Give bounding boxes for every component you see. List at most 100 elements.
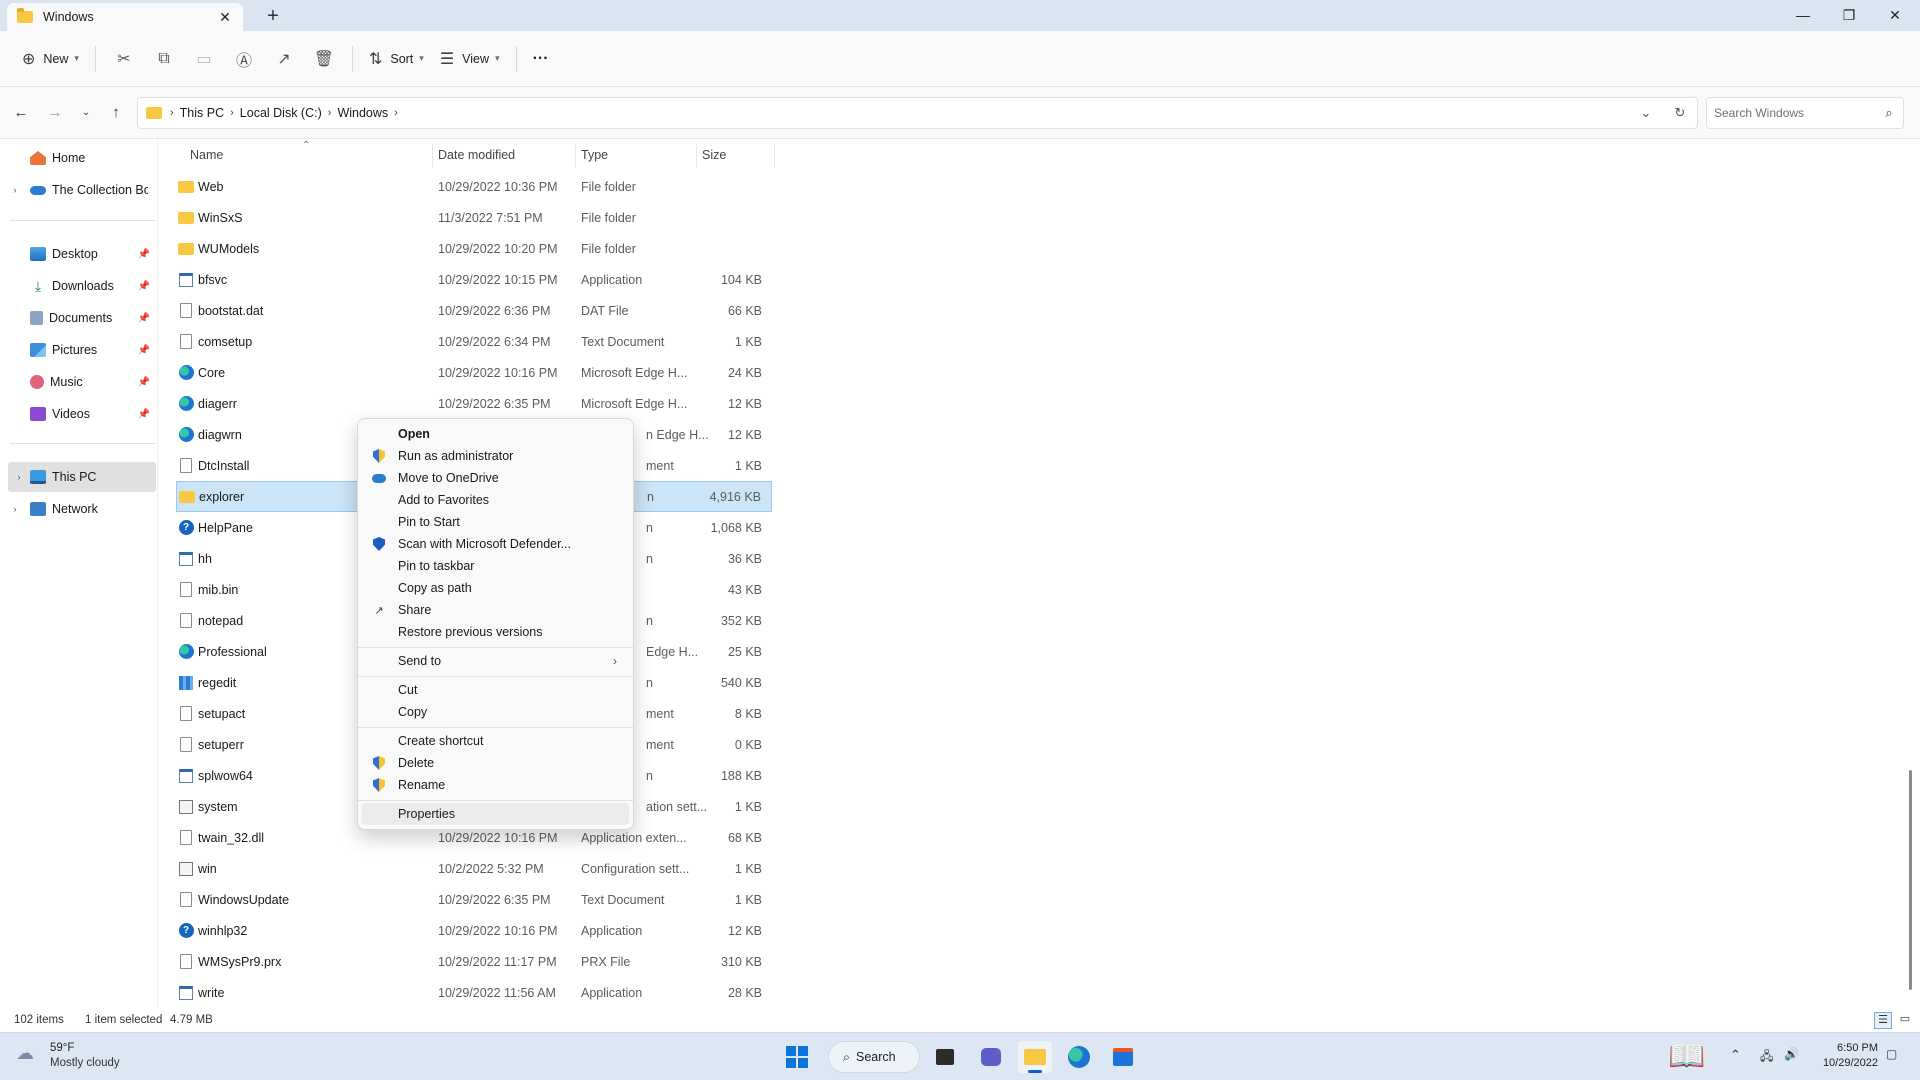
menu-item-run-as-admin[interactable]: Run as administrator <box>362 445 629 467</box>
file-row[interactable]: WinSxS 11/3/2022 7:51 PM File folder <box>176 202 772 233</box>
menu-item-pin-taskbar[interactable]: Pin to taskbar <box>362 555 629 577</box>
task-view-button[interactable] <box>928 1041 962 1073</box>
show-hidden-icons-button[interactable]: ⌃ <box>1730 1047 1741 1063</box>
back-button[interactable]: ← <box>8 99 34 125</box>
menu-item-properties[interactable]: Properties <box>362 803 629 825</box>
view-button[interactable]: ☰ View ▾ <box>432 42 508 76</box>
column-header-size[interactable]: Size <box>702 148 726 162</box>
file-row[interactable]: WUModels 10/29/2022 10:20 PM File folder <box>176 233 772 264</box>
expand-chevron-icon[interactable]: › <box>0 185 30 195</box>
file-row[interactable]: write 10/29/2022 11:56 AM Application 28 KB <box>176 977 772 1008</box>
column-divider[interactable] <box>696 144 697 168</box>
tab-close-button[interactable]: ✕ <box>213 6 237 28</box>
menu-item-restore-versions[interactable]: Restore previous versions <box>362 621 629 643</box>
forward-button[interactable]: → <box>42 99 68 125</box>
delete-button[interactable]: 🗑 <box>304 42 344 76</box>
network-tray-icon[interactable]: 🖧 <box>1760 1047 1773 1068</box>
menu-item-scan-defender[interactable]: Scan with Microsoft Defender... <box>362 533 629 555</box>
menu-item-send-to[interactable]: Send to › <box>362 650 629 672</box>
tiles-view-button[interactable]: ▭ <box>1896 1012 1914 1029</box>
column-header-name[interactable]: Name <box>190 148 223 162</box>
file-size: 24 KB <box>727 365 762 380</box>
menu-item-share[interactable]: ↗ Share <box>362 599 629 621</box>
notification-icon[interactable]: ▢ <box>1886 1047 1897 1061</box>
menu-item-move-onedrive[interactable]: Move to OneDrive <box>362 467 629 489</box>
file-row[interactable]: ? winhlp32 10/29/2022 10:16 PM Application 1… <box>176 915 772 946</box>
paste-button[interactable]: ▭ <box>184 42 224 76</box>
more-options-button[interactable]: ··· <box>525 42 557 76</box>
breadcrumb-local-disk[interactable]: Local Disk (C:) <box>240 106 322 120</box>
maximize-button[interactable]: ❐ <box>1826 0 1872 30</box>
file-row[interactable]: comsetup 10/29/2022 6:34 PM Text Document 1… <box>176 326 772 357</box>
sidebar-item-this-pc[interactable]: › This PC <box>8 462 156 492</box>
edge-taskbar-button[interactable] <box>1062 1041 1096 1073</box>
store-taskbar-button[interactable] <box>1106 1041 1140 1073</box>
sidebar-item-videos[interactable]: Videos 📌 <box>0 399 156 429</box>
file-row[interactable]: Core 10/29/2022 10:16 PM Microsoft Edge H.… <box>176 357 772 388</box>
refresh-button[interactable]: ↻ <box>1663 105 1697 121</box>
menu-item-cut[interactable]: Cut <box>362 679 629 701</box>
sort-button[interactable]: ⇅ Sort ▾ <box>361 42 432 76</box>
taskbar-search-button[interactable]: ⌕ Search <box>828 1041 920 1073</box>
weather-description[interactable]: Mostly cloudy <box>50 1057 120 1069</box>
menu-item-pin-start[interactable]: Pin to Start <box>362 511 629 533</box>
cut-button[interactable]: ✂ <box>104 42 144 76</box>
close-button[interactable]: ✕ <box>1872 0 1918 30</box>
scrollbar-thumb[interactable] <box>1909 770 1912 990</box>
sidebar-item-network[interactable]: › Network <box>0 494 156 524</box>
volume-icon[interactable]: 🔊 <box>1784 1047 1799 1061</box>
address-bar[interactable]: › This PC › Local Disk (C:) › Windows › … <box>137 97 1698 129</box>
weather-temperature[interactable]: 59°F <box>50 1042 74 1054</box>
rename-button[interactable]: Ⓐ <box>224 42 264 76</box>
menu-item-delete[interactable]: Delete <box>362 752 629 774</box>
column-header-type[interactable]: Type <box>581 148 608 162</box>
expand-chevron-icon[interactable]: › <box>8 472 30 482</box>
clock-date[interactable]: 10/29/2022 <box>1810 1057 1878 1069</box>
search-input[interactable] <box>1714 106 1875 120</box>
column-header-date[interactable]: Date modified <box>438 148 515 162</box>
sidebar-item-desktop[interactable]: Desktop 📌 <box>0 239 156 269</box>
up-button[interactable]: ↑ <box>103 99 129 125</box>
file-row[interactable]: Web 10/29/2022 10:36 PM File folder <box>176 171 772 202</box>
file-row[interactable]: WindowsUpdate 10/29/2022 6:35 PM Text Docu… <box>176 884 772 915</box>
file-explorer-taskbar-button[interactable] <box>1018 1041 1052 1073</box>
file-row[interactable]: win 10/2/2022 5:32 PM Configuration sett..… <box>176 853 772 884</box>
column-divider[interactable] <box>575 144 576 168</box>
sidebar-item-downloads[interactable]: ⤓ Downloads 📌 <box>0 271 156 301</box>
new-tab-button[interactable]: + <box>259 3 287 29</box>
menu-item-copy[interactable]: Copy <box>362 701 629 723</box>
weather-cloud-icon[interactable]: ☁ <box>16 1043 44 1069</box>
address-history-button[interactable]: ⌄ <box>1629 105 1663 121</box>
file-row[interactable]: bfsvc 10/29/2022 10:15 PM Application 104 K… <box>176 264 772 295</box>
menu-item-create-shortcut[interactable]: Create shortcut <box>362 730 629 752</box>
expand-chevron-icon[interactable]: › <box>0 504 30 514</box>
tab-windows[interactable]: Windows ✕ <box>7 3 243 31</box>
sidebar-item-pictures[interactable]: Pictures 📌 <box>0 335 156 365</box>
file-row[interactable]: WMSysPr9.prx 10/29/2022 11:17 PM PRX File 3… <box>176 946 772 977</box>
minimize-button[interactable]: — <box>1780 0 1826 30</box>
teams-chat-button[interactable] <box>974 1041 1008 1073</box>
sidebar-item-home[interactable]: Home <box>0 143 156 173</box>
sidebar-item-onedrive[interactable]: › The Collection Boo <box>0 175 156 205</box>
recent-locations-button[interactable]: ⌄ <box>73 99 99 125</box>
sidebar-item-documents[interactable]: Documents 📌 <box>0 303 156 333</box>
start-button[interactable] <box>780 1041 814 1073</box>
new-button[interactable]: ⊕ New ▾ <box>14 42 87 76</box>
column-divider[interactable] <box>774 144 775 168</box>
sidebar-item-music[interactable]: Music 📌 <box>0 367 156 397</box>
search-icon[interactable]: ⌕ <box>1875 105 1903 121</box>
menu-item-add-favorites[interactable]: Add to Favorites <box>362 489 629 511</box>
menu-item-open[interactable]: Open <box>362 423 629 445</box>
share-button[interactable]: ↗ <box>264 42 304 76</box>
column-divider[interactable] <box>432 144 433 168</box>
breadcrumb-windows[interactable]: Windows <box>337 106 388 120</box>
copy-button[interactable]: ⧉ <box>144 42 184 76</box>
breadcrumb-this-pc[interactable]: This PC <box>180 106 224 120</box>
menu-item-copy-path[interactable]: Copy as path <box>362 577 629 599</box>
file-row[interactable]: bootstat.dat 10/29/2022 6:36 PM DAT File 66… <box>176 295 772 326</box>
file-row[interactable]: diagerr 10/29/2022 6:35 PM Microsoft Edge … <box>176 388 772 419</box>
clock-time[interactable]: 6:50 PM <box>1820 1042 1878 1054</box>
menu-item-rename[interactable]: Rename <box>362 774 629 796</box>
details-view-button[interactable]: ☰ <box>1874 1012 1892 1029</box>
search-box[interactable]: ⌕ <box>1706 97 1904 129</box>
